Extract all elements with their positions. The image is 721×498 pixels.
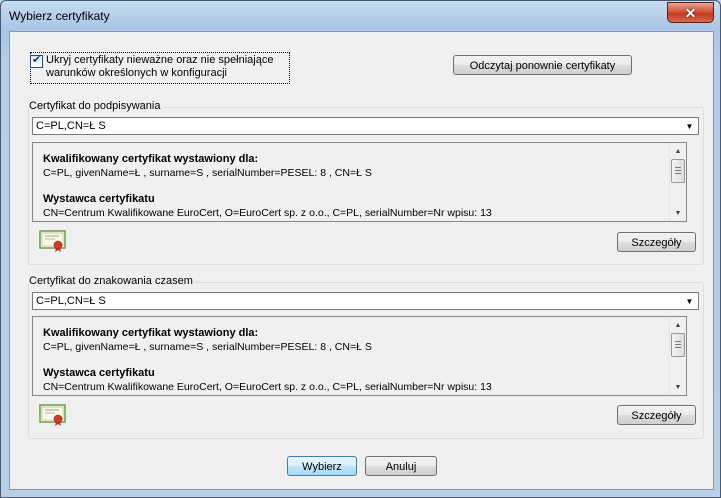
timestamp-certificate-select[interactable]: C=PL,CN=Ł S ▼ bbox=[32, 292, 699, 310]
select-button[interactable]: Wybierz bbox=[287, 456, 357, 476]
timestamp-subject-text: C=PL, givenName=Ł , surname=S , serialNu… bbox=[43, 341, 372, 353]
timestamp-subject-heading: Kwalifikowany certyfikat wystawiony dla: bbox=[43, 327, 259, 339]
scroll-thumb[interactable] bbox=[671, 159, 685, 183]
hide-invalid-option[interactable]: ✔ Ukryj certyfikaty nieważne oraz nie sp… bbox=[30, 52, 290, 84]
timestamp-certificate-info: Kwalifikowany certyfikat wystawiony dla:… bbox=[32, 316, 687, 396]
scroll-up-icon[interactable]: ▲ bbox=[670, 317, 686, 333]
scroll-down-icon[interactable]: ▼ bbox=[670, 379, 686, 395]
timestamp-group-label: Certyfikat do znakowania czasem bbox=[29, 275, 195, 287]
certificate-icon bbox=[39, 404, 66, 426]
dialog-window: Wybierz certyfikaty ✕ ✔ Ukryj certyfikat… bbox=[0, 0, 721, 498]
chevron-down-icon[interactable]: ▼ bbox=[682, 119, 697, 133]
reload-certificates-button[interactable]: Odczytaj ponownie certyfikaty bbox=[453, 55, 632, 75]
signing-certificate-select[interactable]: C=PL,CN=Ł S ▼ bbox=[32, 117, 699, 135]
chevron-down-icon[interactable]: ▼ bbox=[682, 294, 697, 308]
signing-subject-text: C=PL, givenName=Ł , surname=S , serialNu… bbox=[43, 167, 372, 179]
window-title: Wybierz certyfikaty bbox=[9, 9, 110, 23]
timestamp-certificate-group: Certyfikat do znakowania czasem C=PL,CN=… bbox=[28, 275, 704, 439]
checkmark-icon: ✔ bbox=[32, 54, 42, 66]
timestamp-selected-value: C=PL,CN=Ł S bbox=[36, 295, 106, 307]
signing-certificate-info: Kwalifikowany certyfikat wystawiony dla:… bbox=[32, 142, 687, 222]
dialog-body: ✔ Ukryj certyfikaty nieważne oraz nie sp… bbox=[9, 31, 714, 490]
signing-selected-value: C=PL,CN=Ł S bbox=[36, 120, 106, 132]
hide-invalid-label[interactable]: Ukryj certyfikaty nieważne oraz nie speł… bbox=[46, 54, 286, 80]
cancel-button[interactable]: Anuluj bbox=[365, 456, 437, 476]
certificate-icon bbox=[39, 230, 66, 252]
scroll-up-icon[interactable]: ▲ bbox=[670, 143, 686, 159]
signing-issuer-heading: Wystawca certyfikatu bbox=[43, 193, 155, 205]
close-button[interactable]: ✕ bbox=[667, 2, 714, 23]
signing-group-label: Certyfikat do podpisywania bbox=[29, 100, 163, 112]
signing-certificate-group: Certyfikat do podpisywania C=PL,CN=Ł S ▼… bbox=[28, 100, 704, 265]
scroll-thumb[interactable] bbox=[671, 333, 685, 357]
title-bar[interactable]: Wybierz certyfikaty ✕ bbox=[1, 1, 720, 31]
timestamp-details-button[interactable]: Szczegóły bbox=[617, 405, 696, 425]
signing-subject-heading: Kwalifikowany certyfikat wystawiony dla: bbox=[43, 153, 259, 165]
close-icon: ✕ bbox=[684, 4, 697, 21]
signing-issuer-text: CN=Centrum Kwalifikowane EuroCert, O=Eur… bbox=[43, 207, 492, 219]
scroll-down-icon[interactable]: ▼ bbox=[670, 205, 686, 221]
timestamp-issuer-heading: Wystawca certyfikatu bbox=[43, 367, 155, 379]
signing-info-scrollbar[interactable]: ▲ ▼ bbox=[669, 143, 686, 221]
timestamp-info-scrollbar[interactable]: ▲ ▼ bbox=[669, 317, 686, 395]
hide-invalid-checkbox[interactable]: ✔ bbox=[30, 54, 43, 68]
timestamp-issuer-text: CN=Centrum Kwalifikowane EuroCert, O=Eur… bbox=[43, 381, 492, 393]
signing-details-button[interactable]: Szczegóły bbox=[617, 232, 696, 252]
